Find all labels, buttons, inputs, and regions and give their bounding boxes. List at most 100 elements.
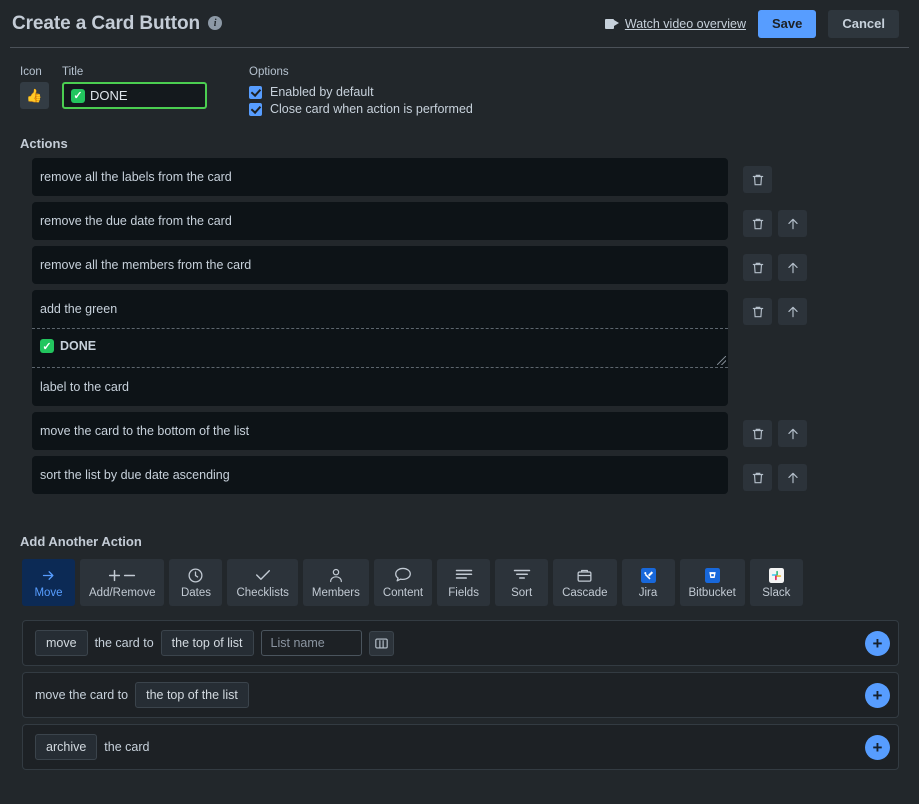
- move-up-icon[interactable]: [778, 464, 807, 491]
- action-row-compound: add the green ✓ DONE label to the card: [0, 290, 919, 406]
- tab-members[interactable]: Members: [302, 559, 369, 606]
- tab-slack[interactable]: Slack: [749, 559, 803, 606]
- tab-add-remove[interactable]: Add/Remove: [80, 559, 165, 606]
- action-text-tail[interactable]: label to the card: [32, 368, 728, 406]
- watch-video-label: Watch video overview: [624, 16, 746, 31]
- action-controls: [743, 420, 807, 447]
- move-up-icon[interactable]: [778, 298, 807, 325]
- action-text-head[interactable]: add the green: [32, 290, 728, 328]
- action-controls: [743, 464, 807, 491]
- tab-bitbucket[interactable]: Bitbucket: [679, 559, 745, 606]
- add-action-button[interactable]: +: [865, 734, 890, 760]
- list-name-input[interactable]: [260, 630, 362, 656]
- check-icon: [254, 567, 272, 584]
- meta-row: Icon 👍 Title ✓ DONE Options Enabled by d…: [20, 66, 473, 116]
- video-camera-icon: [604, 18, 619, 29]
- builder-static-text: the card to: [94, 636, 154, 650]
- title-input[interactable]: ✓ DONE: [62, 82, 207, 109]
- tab-label: Jira: [638, 586, 658, 599]
- actions-list: remove all the labels from the card remo…: [0, 158, 919, 500]
- move-up-icon[interactable]: [778, 420, 807, 447]
- thumbs-up-icon[interactable]: 👍: [20, 82, 49, 109]
- delete-icon[interactable]: [743, 254, 772, 281]
- watch-video-overview-link[interactable]: Watch video overview: [604, 16, 746, 31]
- checkbox-icon[interactable]: [249, 85, 262, 99]
- clock-icon: [187, 567, 204, 584]
- action-text[interactable]: move the card to the bottom of the list: [32, 412, 728, 450]
- option-enabled-by-default[interactable]: Enabled by default: [249, 85, 473, 99]
- tab-label: Sort: [511, 586, 533, 599]
- builder-static-text: the card: [104, 740, 150, 754]
- resize-handle[interactable]: [717, 356, 726, 365]
- board-picker-icon[interactable]: [368, 630, 394, 656]
- action-row: sort the list by due date ascending: [0, 456, 919, 494]
- create-card-button-page: Create a Card Button i Watch video overvi…: [0, 0, 919, 804]
- tab-jira[interactable]: Jira: [621, 559, 675, 606]
- green-check-icon: ✓: [40, 339, 54, 353]
- position-pill[interactable]: the top of the list: [135, 682, 249, 708]
- tab-dates[interactable]: Dates: [169, 559, 223, 606]
- add-another-action-heading: Add Another Action: [20, 534, 142, 549]
- option-label: Close card when action is performed: [270, 102, 473, 116]
- tab-label: Content: [382, 586, 424, 599]
- builder-static-text: move the card to: [35, 688, 129, 702]
- page-title: Create a Card Button i: [12, 12, 223, 35]
- tab-content[interactable]: Content: [373, 559, 433, 606]
- add-action-button[interactable]: +: [865, 630, 890, 656]
- info-icon[interactable]: i: [208, 16, 223, 30]
- tab-checklists[interactable]: Checklists: [227, 559, 298, 606]
- delete-icon[interactable]: [743, 464, 772, 491]
- checkbox-icon[interactable]: [249, 102, 262, 116]
- title-field-group: Title ✓ DONE: [62, 66, 207, 116]
- delete-icon[interactable]: [743, 298, 772, 325]
- tab-sort[interactable]: Sort: [495, 559, 549, 606]
- tab-cascade[interactable]: Cascade: [553, 559, 617, 606]
- move-up-icon[interactable]: [778, 254, 807, 281]
- position-pill[interactable]: the top of list: [160, 630, 254, 656]
- action-text[interactable]: sort the list by due date ascending: [32, 456, 728, 494]
- jira-icon: [640, 567, 656, 584]
- arrow-right-icon: [39, 567, 58, 584]
- cancel-button[interactable]: Cancel: [828, 9, 899, 38]
- add-action-button[interactable]: +: [865, 682, 890, 708]
- builder-row-move-top: move the card to the top of the list +: [22, 672, 899, 718]
- title-value: DONE: [90, 88, 128, 103]
- delete-icon[interactable]: [743, 420, 772, 447]
- label-name-value: DONE: [60, 339, 97, 353]
- tab-label: Move: [34, 586, 63, 599]
- briefcase-icon: [576, 567, 593, 584]
- icon-field-group: Icon 👍: [20, 66, 49, 116]
- tab-fields[interactable]: Fields: [437, 559, 491, 606]
- archive-verb-pill[interactable]: archive: [35, 734, 98, 760]
- icon-glyph: 👍: [26, 87, 43, 103]
- action-controls: [743, 166, 772, 193]
- tab-label: Cascade: [562, 586, 608, 599]
- label-name-textarea[interactable]: ✓ DONE: [32, 328, 728, 368]
- delete-icon[interactable]: [743, 210, 772, 237]
- move-up-icon[interactable]: [778, 210, 807, 237]
- action-row: remove all the labels from the card: [0, 158, 919, 196]
- tab-label: Slack: [762, 586, 791, 599]
- delete-icon[interactable]: [743, 166, 772, 193]
- action-text[interactable]: remove the due date from the card: [32, 202, 728, 240]
- action-category-tabs: Move Add/Remove Dates Checklists Members: [22, 559, 803, 606]
- action-builder-rows: move the card to the top of list + move …: [22, 620, 899, 776]
- tab-move[interactable]: Move: [22, 559, 75, 606]
- plus-minus-icon: [107, 567, 137, 584]
- green-check-icon: ✓: [71, 88, 85, 103]
- action-row: remove the due date from the card: [0, 202, 919, 240]
- action-controls: [743, 298, 807, 325]
- options-label: Options: [249, 66, 289, 78]
- person-icon: [328, 567, 344, 584]
- action-controls: [743, 254, 807, 281]
- actions-heading: Actions: [20, 136, 68, 151]
- header-actions: Watch video overview Save Cancel: [604, 9, 899, 38]
- action-text[interactable]: remove all the labels from the card: [32, 158, 728, 196]
- save-button[interactable]: Save: [757, 9, 817, 38]
- header-divider: [10, 47, 909, 48]
- action-row: remove all the members from the card: [0, 246, 919, 284]
- move-verb-pill[interactable]: move: [35, 630, 88, 656]
- page-title-text: Create a Card Button: [12, 12, 201, 34]
- option-close-card[interactable]: Close card when action is performed: [249, 102, 473, 116]
- action-text[interactable]: remove all the members from the card: [32, 246, 728, 284]
